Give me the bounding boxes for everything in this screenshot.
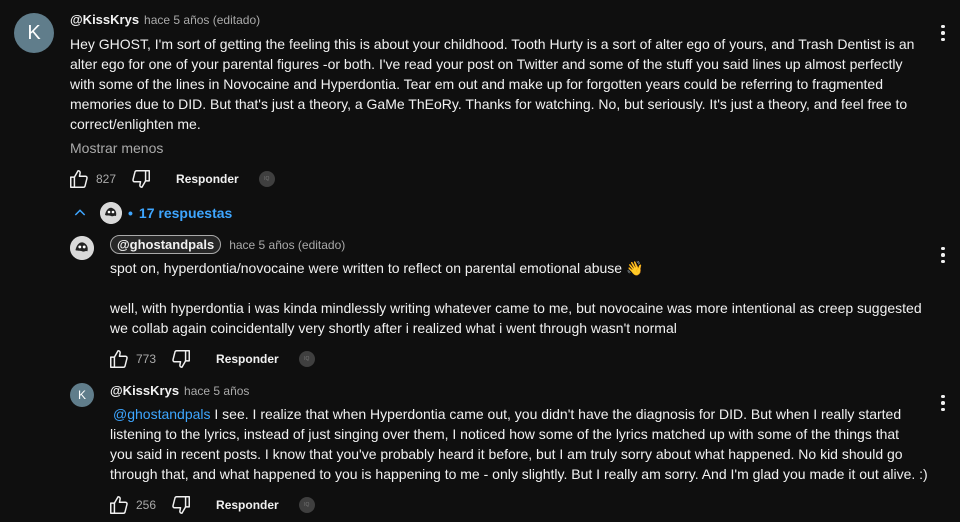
reply-line — [110, 278, 930, 298]
comment-line: alter ego for one of your parental figur… — [70, 56, 903, 72]
replies-count-label: 17 respuestas — [138, 205, 233, 221]
reply-text: spot on, hyperdontia/novocaine were writ… — [110, 258, 930, 338]
creator-heart-icon: IQ — [298, 351, 315, 367]
replies-dot: • — [128, 205, 133, 221]
show-less-button[interactable]: Mostrar menos — [70, 140, 163, 156]
reply-header: @ghostandpals hace 5 años (editado) — [110, 235, 345, 254]
reply-timestamp[interactable]: hace 5 años — [184, 384, 249, 398]
avatar[interactable]: K — [14, 13, 54, 53]
reply-button[interactable]: Responder — [176, 172, 239, 186]
creator-heart-icon: IQ — [258, 171, 275, 187]
thumbs-up-icon[interactable] — [108, 348, 130, 370]
avatar[interactable]: K — [70, 383, 94, 407]
mention-link[interactable]: @ghostandpals — [113, 406, 211, 422]
comment-line: correct/enlighten me. — [70, 116, 201, 132]
reply-line: listening to the lyrics, instead of just… — [110, 426, 900, 442]
reply-header: @KissKrys hace 5 años — [110, 383, 249, 398]
like-count: 827 — [96, 172, 117, 186]
comment-header: @KissKrys hace 5 años (editado) — [70, 12, 260, 27]
thumbs-down-icon[interactable] — [170, 494, 192, 516]
creator-avatar-icon — [100, 202, 122, 224]
comment-line: memories due to DID. But that's just a t… — [70, 96, 908, 112]
thumbs-up-icon[interactable] — [68, 168, 90, 190]
reply-line: well, with hyperdontia i was kinda mindl… — [110, 300, 922, 316]
reply-actions: 773 Responder IQ — [108, 348, 315, 370]
reply-line: through that, and what happened to you i… — [110, 466, 928, 482]
reply-button[interactable]: Responder — [216, 352, 279, 366]
reply-text: @ghostandpals I see. I realize that when… — [110, 404, 930, 484]
comment-text: Hey GHOST, I'm sort of getting the feeli… — [70, 34, 930, 134]
comment-author[interactable]: @KissKrys — [70, 12, 139, 27]
reply-line-rest: I see. I realize that when Hyperdontia c… — [210, 406, 902, 422]
more-vert-icon[interactable] — [933, 243, 953, 267]
reply-line: @ghostandpals I see. I realize that when… — [110, 404, 930, 424]
creator-heart-icon: IQ — [298, 497, 315, 513]
thumbs-up-icon[interactable] — [108, 494, 130, 516]
more-vert-icon[interactable] — [933, 21, 953, 45]
avatar-letter: K — [77, 388, 86, 402]
reply-line: you said in recent posts. I know that yo… — [110, 446, 903, 462]
comment-line: with some of the lines in Novocaine and … — [70, 76, 883, 92]
comment-line: Hey GHOST, I'm sort of getting the feeli… — [70, 36, 915, 52]
chevron-up-icon — [72, 205, 88, 221]
avatar-letter: K — [27, 21, 41, 44]
reply-timestamp[interactable]: hace 5 años (editado) — [229, 238, 345, 252]
avatar[interactable] — [70, 236, 94, 260]
reply-button[interactable]: Responder — [216, 498, 279, 512]
thumbs-down-icon[interactable] — [170, 348, 192, 370]
reply-actions: 256 Responder IQ — [108, 494, 315, 516]
more-vert-icon[interactable] — [933, 391, 953, 415]
replies-toggle[interactable]: • 17 respuestas — [72, 202, 232, 224]
comment-timestamp[interactable]: hace 5 años (editado) — [144, 13, 260, 27]
thumbs-down-icon[interactable] — [130, 168, 152, 190]
reply-line: we collab again coincidentally very shor… — [110, 320, 677, 336]
like-count: 773 — [136, 352, 157, 366]
like-count: 256 — [136, 498, 157, 512]
reply-author-creator-badge[interactable]: @ghostandpals — [110, 235, 222, 254]
reply-line: spot on, hyperdontia/novocaine were writ… — [110, 260, 644, 276]
reply-author[interactable]: @KissKrys — [110, 383, 179, 398]
comment-actions: 827 Responder IQ — [68, 168, 275, 190]
